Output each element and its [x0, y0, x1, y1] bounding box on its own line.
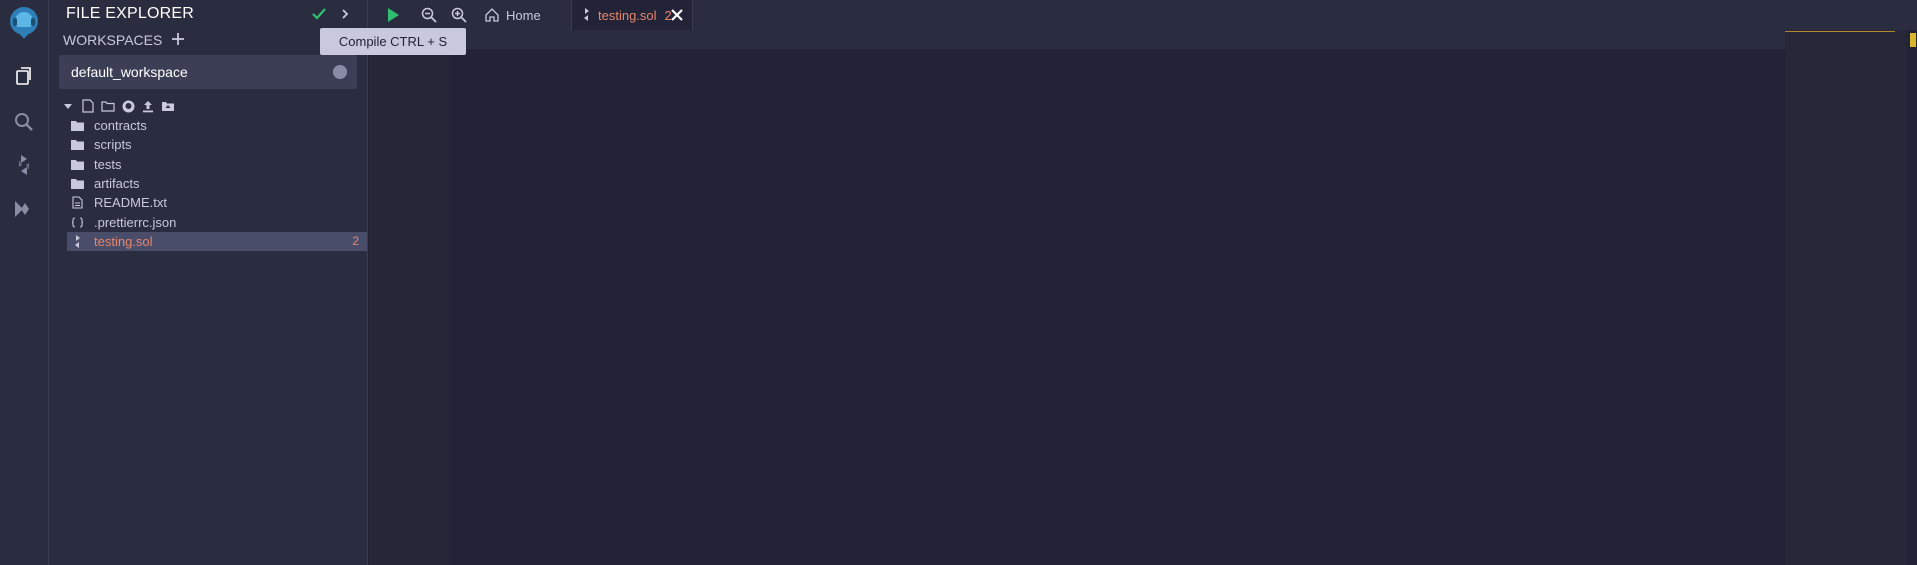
folder-icon — [71, 177, 84, 190]
solidity-file-icon — [71, 234, 84, 248]
upload-folder-icon[interactable] — [161, 99, 175, 113]
tree-item-readme[interactable]: README.txt — [67, 193, 367, 212]
new-folder-icon[interactable] — [101, 99, 115, 113]
file-explorer-icon[interactable] — [12, 64, 36, 88]
workspace-select[interactable]: default_workspace — [59, 55, 357, 89]
tree-item-label: .prettierrc.json — [94, 214, 177, 230]
current-line-highlight — [449, 30, 1867, 49]
caret-down-icon[interactable] — [61, 99, 75, 113]
deploy-run-icon[interactable] — [12, 197, 36, 221]
json-file-icon — [71, 216, 84, 229]
solidity-compiler-icon[interactable] — [12, 153, 36, 177]
play-icon[interactable] — [384, 6, 402, 24]
icon-rail — [0, 0, 49, 565]
tree-item-label: scripts — [94, 137, 132, 153]
file-text-icon — [71, 196, 84, 209]
file-tree: contracts scripts tests artifacts README… — [67, 116, 367, 252]
add-workspace-icon[interactable] — [169, 30, 187, 48]
workspace-select-value: default_workspace — [71, 64, 188, 80]
minimap[interactable] — [1785, 30, 1907, 565]
error-count-badge: 2 — [352, 233, 359, 248]
folder-icon — [71, 138, 84, 151]
tree-item-scripts[interactable]: scripts — [67, 135, 367, 154]
zoom-in-icon[interactable] — [450, 6, 468, 24]
tree-item-artifacts[interactable]: artifacts — [67, 174, 367, 193]
github-icon[interactable] — [121, 99, 135, 113]
scrollbar-marker[interactable] — [1910, 33, 1916, 47]
tree-item-testing-sol[interactable]: testing.sol 2 — [67, 231, 367, 252]
tree-item-tests[interactable]: tests — [67, 155, 367, 174]
tree-toolbar — [61, 98, 181, 114]
zoom-out-icon[interactable] — [420, 6, 438, 24]
folder-icon — [71, 119, 84, 132]
check-icon — [311, 6, 327, 22]
chevron-right-icon[interactable] — [338, 6, 352, 22]
close-icon[interactable] — [670, 8, 684, 22]
compile-tooltip: Compile CTRL + S — [320, 28, 466, 55]
select-arrows-icon — [333, 65, 347, 79]
tree-item-label: testing.sol — [94, 233, 153, 249]
minimap-viewport-line — [1785, 31, 1895, 32]
search-icon[interactable] — [12, 110, 36, 134]
tab-label: testing.sol — [598, 7, 657, 23]
tree-item-contracts[interactable]: contracts — [67, 116, 367, 135]
folder-icon — [71, 158, 84, 171]
tree-item-label: README.txt — [94, 195, 167, 211]
tree-item-label: tests — [94, 156, 122, 172]
tree-item-label: artifacts — [94, 176, 140, 192]
remix-logo-icon[interactable] — [5, 5, 43, 43]
tab-home[interactable]: Home — [484, 0, 541, 30]
home-icon — [484, 7, 500, 23]
tab-home-label: Home — [506, 7, 541, 23]
new-file-icon[interactable] — [81, 99, 95, 113]
solidity-file-icon — [582, 8, 592, 22]
workspaces-label: WORKSPACES — [63, 32, 163, 48]
line-number-gutter — [369, 30, 449, 565]
upload-icon[interactable] — [141, 99, 155, 113]
panel-title: FILE EXPLORER — [66, 5, 194, 22]
file-explorer-panel: FILE EXPLORER WORKSPACES default_workspa… — [49, 0, 368, 565]
tab-testing-sol[interactable]: testing.sol 2 — [571, 0, 693, 30]
tree-item-prettierrc[interactable]: .prettierrc.json — [67, 212, 367, 231]
editor-top-bar: Home testing.sol 2 — [368, 0, 1917, 30]
tree-item-label: contracts — [94, 118, 147, 134]
code-editor[interactable] — [369, 30, 1917, 565]
